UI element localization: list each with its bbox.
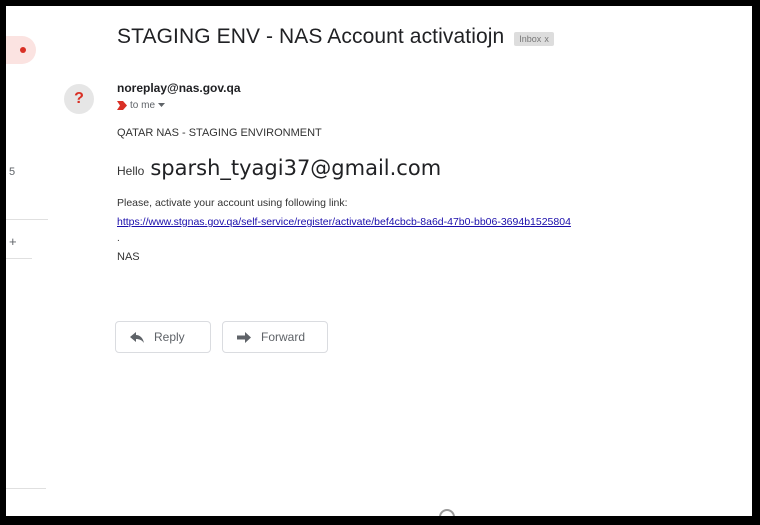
email-subject: STAGING ENV - NAS Account activatiojn xyxy=(117,25,505,48)
recipient-row[interactable]: to me xyxy=(117,100,166,111)
sidebar-add-icon[interactable]: + xyxy=(9,234,17,249)
sidebar-divider xyxy=(6,219,48,220)
inbox-label-chip[interactable]: Inbox x xyxy=(514,31,554,46)
chevron-down-icon[interactable] xyxy=(158,103,166,108)
activation-link[interactable]: https://www.stgnas.gov.qa/self-service/r… xyxy=(117,216,571,228)
greeting-row: Hello sparsh_tyagi37@gmail.com xyxy=(117,156,441,180)
greeting-email: sparsh_tyagi37@gmail.com xyxy=(150,156,442,180)
sidebar-count: 5 xyxy=(9,166,16,178)
sidebar-divider xyxy=(6,488,46,489)
email-subject-row: STAGING ENV - NAS Account activatiojn In… xyxy=(117,25,554,49)
notification-dot-icon xyxy=(20,47,26,53)
email-view: 5 + STAGING ENV - NAS Account activatioj… xyxy=(6,6,752,516)
unknown-sender-icon: ? xyxy=(74,90,84,107)
greeting-word: Hello xyxy=(117,164,145,178)
email-body-header: QATAR NAS - STAGING ENVIRONMENT xyxy=(117,127,322,139)
loading-spinner-icon xyxy=(439,509,455,516)
body-separator: . xyxy=(117,233,120,244)
forward-arrow-icon xyxy=(237,331,251,343)
reply-button[interactable]: Reply xyxy=(115,321,211,353)
label-remove-icon[interactable]: x xyxy=(544,34,549,44)
email-signature: NAS xyxy=(117,251,140,263)
reply-label: Reply xyxy=(154,330,185,344)
activation-instructions: Please, activate your account using foll… xyxy=(117,197,348,209)
importance-marker-icon xyxy=(117,101,127,110)
reply-arrow-icon xyxy=(130,331,144,343)
sidebar-unread-badge[interactable] xyxy=(6,36,36,64)
forward-label: Forward xyxy=(261,330,306,344)
recipient-text: to me xyxy=(130,100,156,111)
sender-address[interactable]: noreplay@nas.gov.qa xyxy=(117,81,241,95)
sidebar-divider xyxy=(6,258,32,259)
inbox-label-text: Inbox xyxy=(519,33,542,44)
sender-avatar: ? xyxy=(64,84,94,114)
forward-button[interactable]: Forward xyxy=(222,321,328,353)
